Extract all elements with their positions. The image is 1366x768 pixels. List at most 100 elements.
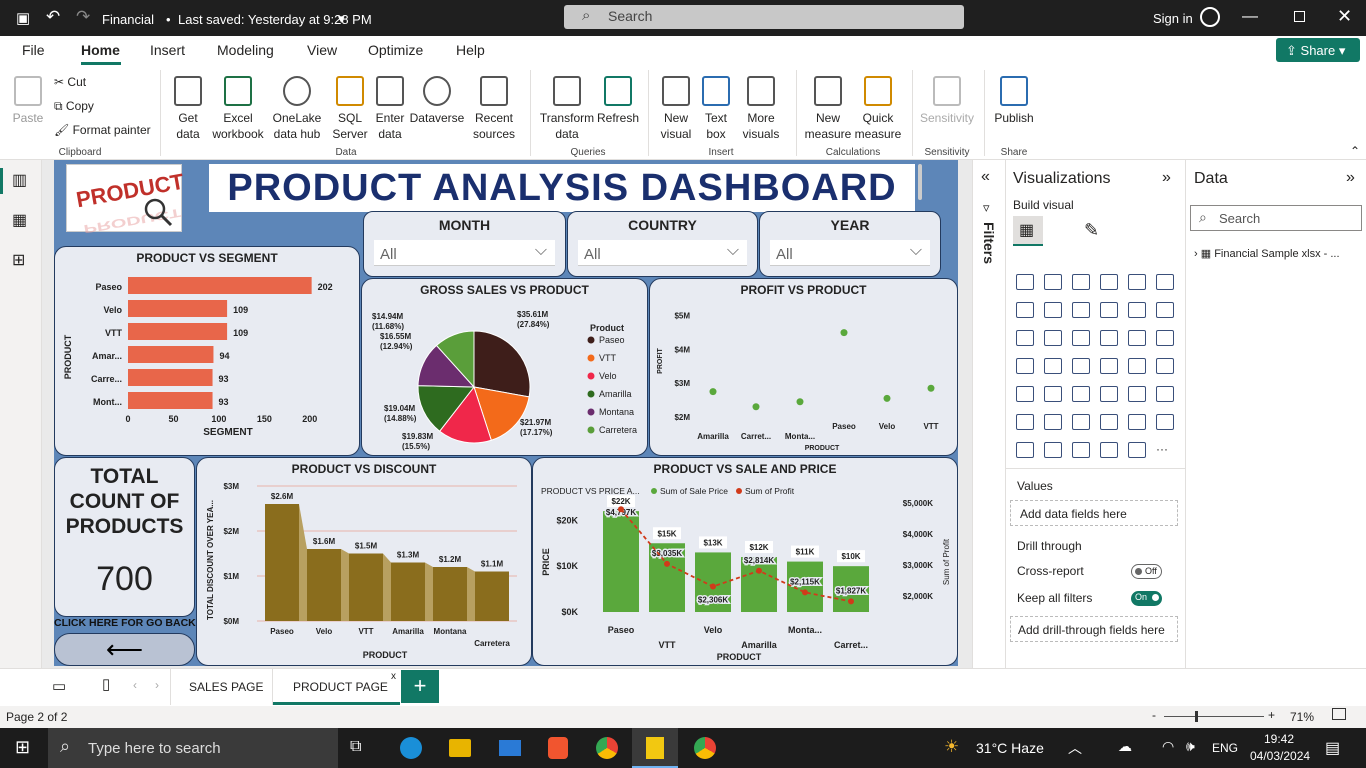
excel-workbook-button[interactable]: Excel workbook [210, 76, 266, 142]
visual-type-icon[interactable] [1072, 330, 1090, 346]
enter-data-button[interactable]: Enter data [372, 76, 408, 142]
menu-home[interactable]: Home [81, 42, 120, 58]
menu-file[interactable]: File [22, 42, 45, 58]
transform-data-button[interactable]: Transform data [536, 76, 598, 142]
clock-date[interactable]: 04/03/2024 [1250, 749, 1310, 763]
visual-type-icon[interactable] [1072, 302, 1090, 318]
cross-report-toggle[interactable]: Off [1131, 564, 1162, 579]
collapse-icon[interactable]: « [981, 168, 990, 186]
visual-type-icon[interactable] [1128, 302, 1146, 318]
visual-type-icon[interactable] [1156, 330, 1174, 346]
brave-icon[interactable] [548, 737, 568, 759]
more-icon[interactable]: ··· [1156, 442, 1174, 458]
visual-type-icon[interactable] [1044, 330, 1062, 346]
visual-type-icon[interactable] [1072, 414, 1090, 430]
menu-modeling[interactable]: Modeling [217, 42, 274, 58]
visual-type-icon[interactable] [1100, 386, 1118, 402]
visual-type-icon[interactable] [1044, 358, 1062, 374]
file-explorer-icon[interactable] [449, 739, 471, 757]
visual-type-icon[interactable] [1016, 358, 1034, 374]
close-tab-icon[interactable]: x [391, 671, 396, 682]
visual-type-icon[interactable] [1072, 274, 1090, 290]
year-dropdown[interactable]: All ⌵ [770, 240, 930, 266]
visual-type-icon[interactable] [1156, 302, 1174, 318]
chevron-up-icon[interactable]: ︿ [1068, 738, 1082, 758]
sale-price-chart-card[interactable]: PRODUCT VS SALE AND PRICE PRODUCT VS PRI… [532, 457, 958, 666]
dataverse-button[interactable]: Dataverse [408, 76, 466, 126]
taskbar-search[interactable]: ⌕ Type here to search [48, 728, 338, 768]
add-page-button[interactable]: + [401, 670, 439, 703]
mobile-layout-icon[interactable]: ▯ [102, 675, 110, 693]
copy-button[interactable]: ⧉ Copy [54, 98, 94, 114]
expand-icon[interactable]: » [1346, 169, 1355, 187]
windows-start-icon[interactable]: ⊞ [15, 737, 30, 758]
visual-type-icon[interactable] [1100, 358, 1118, 374]
zoom-slider[interactable] [1164, 716, 1264, 717]
expand-icon[interactable]: » [1162, 169, 1171, 187]
share-button[interactable]: ⇪ Share ▾ [1276, 38, 1360, 62]
table-item[interactable]: › ▦ Financial Sample xlsx - ... [1194, 247, 1340, 260]
visual-type-icon[interactable] [1016, 386, 1034, 402]
drill-through-drop-zone[interactable]: Add drill-through fields here [1010, 616, 1178, 642]
minimize-icon[interactable]: — [1242, 8, 1258, 26]
build-visual-tab[interactable]: ▦ [1013, 216, 1043, 246]
filters-pane[interactable]: « ▿ Filters [972, 160, 1006, 668]
segment-chart-card[interactable]: PRODUCT VS SEGMENT Paseo 202 Velo 109 VTT 109… [54, 246, 360, 456]
new-visual-button[interactable]: New visual [654, 76, 698, 142]
visual-type-icon[interactable] [1044, 414, 1062, 430]
visual-type-icon[interactable] [1044, 386, 1062, 402]
visual-type-icon[interactable] [1128, 414, 1146, 430]
language-indicator[interactable]: ENG [1212, 741, 1238, 755]
format-visual-icon[interactable]: ✎ [1084, 220, 1099, 241]
volume-icon[interactable]: 🕪 [1186, 738, 1195, 755]
visual-type-icon[interactable] [1016, 302, 1034, 318]
sign-in-link[interactable]: Sign in [1153, 11, 1193, 26]
refresh-button[interactable]: Refresh [596, 76, 640, 126]
tab-sales-page[interactable]: SALES PAGE [170, 669, 273, 705]
wifi-icon[interactable]: ◠ [1162, 738, 1174, 755]
sql-server-button[interactable]: SQL Server [328, 76, 372, 142]
visual-type-icon[interactable] [1016, 274, 1034, 290]
format-painter-button[interactable]: 🖌 Format painter [54, 122, 151, 138]
visual-type-icon[interactable] [1100, 442, 1118, 458]
visual-type-icon[interactable] [1072, 358, 1090, 374]
new-measure-button[interactable]: New measure [802, 76, 854, 142]
text-box-button[interactable]: Text box [698, 76, 734, 142]
back-button[interactable]: ⟵ [54, 633, 195, 666]
chrome-icon[interactable] [596, 737, 618, 759]
weather-text[interactable]: 31°C Haze [976, 740, 1044, 756]
visual-type-icon[interactable] [1156, 414, 1174, 430]
visual-type-icon[interactable] [1016, 330, 1034, 346]
more-visuals-button[interactable]: More visuals [734, 76, 788, 142]
cloud-icon[interactable]: ☁ [1118, 738, 1132, 755]
visual-type-icon[interactable] [1100, 274, 1118, 290]
menu-insert[interactable]: Insert [150, 42, 185, 58]
tab-product-page[interactable]: PRODUCT PAGE x [273, 669, 400, 705]
recent-sources-button[interactable]: Recent sources [466, 76, 522, 142]
visual-type-icon[interactable] [1044, 274, 1062, 290]
fit-page-icon[interactable] [1332, 708, 1346, 720]
model-view-icon[interactable]: ⊞ [12, 250, 25, 270]
chevron-down-icon[interactable]: ▾ [338, 11, 345, 27]
menu-optimize[interactable]: Optimize [368, 42, 423, 58]
zoom-in-icon[interactable]: + [1268, 708, 1275, 722]
visual-type-icon[interactable] [1072, 442, 1090, 458]
powerbi-taskbar-button[interactable] [632, 728, 678, 768]
gross-sales-card[interactable]: GROSS SALES VS PRODUCT $35.61M (27.84%) $2… [361, 278, 648, 456]
visual-type-icon[interactable] [1156, 386, 1174, 402]
get-data-button[interactable]: Get data [166, 76, 210, 142]
profit-chart-card[interactable]: PROFIT VS PRODUCT $2M $3M $4M $5M Amarilla Ca… [649, 278, 958, 456]
undo-icon[interactable]: ↶ [46, 7, 60, 27]
visual-type-icon[interactable] [1156, 274, 1174, 290]
maximize-icon[interactable] [1294, 11, 1305, 22]
title-scrollbar[interactable] [918, 164, 922, 200]
visual-type-icon[interactable] [1044, 442, 1062, 458]
report-view-icon[interactable]: ▥ [12, 170, 27, 190]
mail-icon[interactable] [499, 740, 521, 756]
menu-help[interactable]: Help [456, 42, 485, 58]
zoom-out-icon[interactable]: - [1152, 708, 1156, 722]
visual-type-icon[interactable] [1016, 414, 1034, 430]
zoom-thumb[interactable] [1195, 711, 1198, 722]
save-icon[interactable]: ▣ [16, 9, 30, 27]
desktop-layout-icon[interactable]: ▭ [52, 677, 66, 695]
